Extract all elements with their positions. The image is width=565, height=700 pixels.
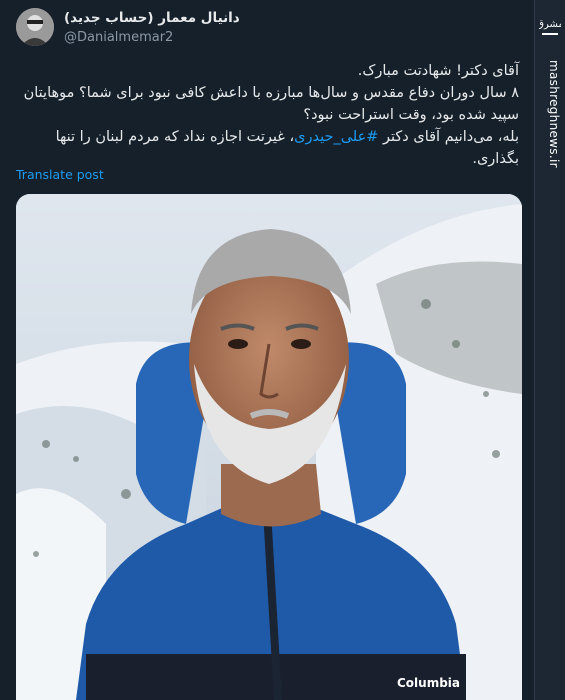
svg-text:مشرق: مشرق xyxy=(539,19,561,30)
tweet-line-1: آقای دکتر! شهادتت مبارک. xyxy=(357,63,519,79)
watermark-strip: مشرق mashreghnews.ir xyxy=(534,0,565,700)
watermark-site: mashreghnews.ir xyxy=(547,60,561,168)
portrait-photo-icon xyxy=(16,194,522,700)
tweet-line-3: بله، می‌دانیم آقای دکتر #علی_حیدری، غیرت… xyxy=(14,126,519,170)
tweet-line-3-prefix: بله، می‌دانیم آقای دکتر xyxy=(383,129,519,145)
author-handle[interactable]: @Danialmemar2 xyxy=(64,30,173,45)
author-avatar[interactable] xyxy=(16,8,54,46)
hashtag-link[interactable]: #علی_حیدری xyxy=(294,129,378,145)
jacket-brand-label: Columbia xyxy=(397,676,461,690)
tweet-text: آقای دکتر! شهادتت مبارک. ۸ سال دوران دفا… xyxy=(14,60,519,170)
tweet-card: دانیال معمار (حساب جدید) @Danialmemar2 آ… xyxy=(0,0,535,700)
mashregh-logo-icon: مشرق xyxy=(539,8,561,50)
tweet-line-2: ۸ سال دوران دفاع مقدس و سال‌ها مبارزه با… xyxy=(23,85,519,123)
author-name[interactable]: دانیال معمار (حساب جدید) xyxy=(64,10,240,26)
translate-post-link[interactable]: Translate post xyxy=(16,167,104,182)
tweet-media-photo[interactable] xyxy=(16,194,522,700)
